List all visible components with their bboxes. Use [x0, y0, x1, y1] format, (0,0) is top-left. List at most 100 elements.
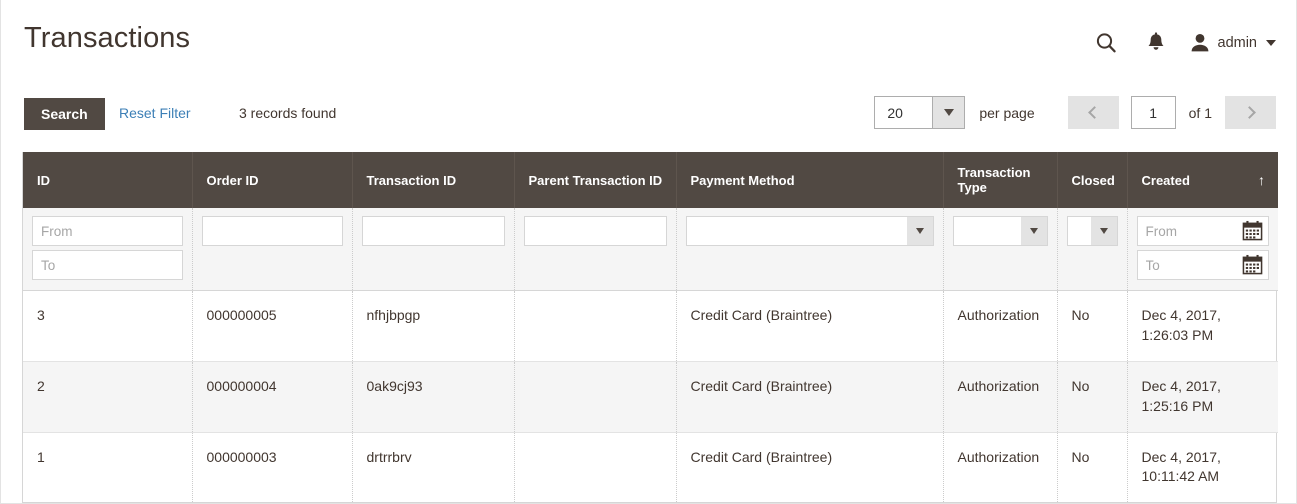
cell-payment-method: Credit Card (Braintree): [676, 361, 944, 433]
cell-order-id: 000000005: [192, 290, 353, 362]
dropdown-arrow: [1020, 217, 1047, 245]
grid-toolbar: Search Reset Filter 3 records found 20 p…: [1, 92, 1297, 136]
next-page-button[interactable]: [1225, 96, 1276, 129]
dropdown-arrow: [906, 217, 933, 245]
per-page-dropdown-arrow[interactable]: [932, 97, 965, 128]
filter-id-from[interactable]: [32, 216, 183, 246]
chevron-down-icon: [1029, 228, 1038, 234]
filter-created-from-wrap: [1136, 216, 1269, 246]
column-label: Order ID: [206, 172, 259, 188]
per-page-value: 20: [887, 104, 903, 121]
filter-order-id[interactable]: [201, 216, 343, 246]
transactions-grid: ID Order ID Transaction ID Parent Transa…: [22, 152, 1278, 504]
search-icon: [1096, 33, 1116, 53]
filter-created-to-wrap: [1136, 250, 1269, 280]
column-label: Payment Method: [690, 172, 795, 188]
bell-icon: [1148, 32, 1163, 50]
cell-parent-transaction-id: [514, 361, 677, 433]
column-header-order-id[interactable]: Order ID: [192, 152, 353, 208]
column-header-transaction-type[interactable]: Transaction Type: [943, 152, 1058, 208]
filter-cell-order-id: [192, 208, 353, 291]
records-found-label: 3 records found: [239, 105, 337, 121]
admin-label: admin: [1217, 35, 1258, 51]
column-header-id[interactable]: ID: [23, 152, 193, 208]
cell-closed: No: [1057, 432, 1128, 503]
table-row[interactable]: 1 000000003 drtrrbrv Credit Card (Braint…: [23, 432, 1278, 503]
transactions-page: Transactions admin Search Reset Filter 3…: [0, 0, 1297, 504]
per-page-label: per page: [979, 104, 1035, 121]
pagination-controls: 20 per page of 1: [874, 96, 1276, 129]
page-header: Transactions admin: [1, 0, 1297, 84]
column-label: Transaction ID: [366, 172, 457, 188]
cell-order-id: 000000004: [192, 361, 353, 433]
filter-cell-transaction-id: [352, 208, 515, 291]
cell-closed: No: [1057, 290, 1128, 362]
filter-cell-transaction-type: [943, 208, 1058, 291]
cell-parent-transaction-id: [514, 290, 677, 362]
chevron-down-icon: [915, 228, 924, 234]
reset-filter-link[interactable]: Reset Filter: [119, 105, 191, 121]
previous-page-button[interactable]: [1067, 96, 1119, 129]
per-page-select[interactable]: 20: [874, 96, 966, 129]
filter-cell-payment-method: [676, 208, 944, 291]
cell-parent-transaction-id: [514, 432, 677, 503]
cell-transaction-id: 0ak9cj93: [352, 361, 515, 433]
chevron-down-icon: [1266, 40, 1276, 46]
cell-transaction-id: nfhjbpgp: [352, 290, 515, 362]
filter-parent-transaction-id[interactable]: [523, 216, 667, 246]
filter-id-to[interactable]: [32, 250, 183, 280]
admin-menu[interactable]: admin: [1181, 32, 1276, 54]
cell-id: 2: [23, 361, 193, 433]
cell-id: 3: [23, 290, 193, 362]
filter-cell-id: [23, 208, 193, 291]
column-label: Parent Transaction ID: [528, 172, 663, 188]
table-row[interactable]: 2 000000004 0ak9cj93 Credit Card (Braint…: [23, 361, 1278, 433]
column-label: Closed: [1071, 172, 1115, 188]
column-header-created[interactable]: Created ↑: [1127, 152, 1278, 208]
search-icon-button[interactable]: [1081, 22, 1131, 64]
cell-created: Dec 4, 2017, 1:25:16 PM: [1127, 361, 1278, 433]
cell-transaction-id: drtrrbrv: [352, 432, 515, 503]
notifications-button[interactable]: [1131, 22, 1181, 64]
cell-id: 1: [23, 432, 193, 503]
table-row[interactable]: 3 000000005 nfhjbpgp Credit Card (Braint…: [23, 290, 1278, 362]
cell-transaction-type: Authorization: [943, 290, 1058, 362]
grid-data-body: 3 000000005 nfhjbpgp Credit Card (Braint…: [23, 290, 1278, 503]
cell-transaction-type: Authorization: [943, 432, 1058, 503]
grid-header: ID Order ID Transaction ID Parent Transa…: [23, 152, 1278, 208]
page-title: Transactions: [24, 22, 191, 54]
sort-ascending-icon: ↑: [1258, 172, 1265, 188]
header-actions: admin: [1081, 22, 1276, 64]
cell-closed: No: [1057, 361, 1128, 433]
filter-transaction-type-select[interactable]: [952, 216, 1048, 246]
column-header-parent-transaction-id[interactable]: Parent Transaction ID: [514, 152, 677, 208]
page-number-input[interactable]: [1130, 96, 1176, 129]
filter-cell-created: [1127, 208, 1278, 291]
column-label: Created: [1141, 172, 1190, 188]
column-header-transaction-id[interactable]: Transaction ID: [352, 152, 515, 208]
calendar-icon[interactable]: [1242, 220, 1263, 241]
chevron-left-icon: [1088, 106, 1102, 119]
filter-row: [23, 208, 1278, 291]
dropdown-arrow: [1090, 217, 1117, 245]
cell-payment-method: Credit Card (Braintree): [676, 290, 944, 362]
cell-order-id: 000000003: [192, 432, 353, 503]
chevron-right-icon: [1242, 106, 1256, 119]
cell-transaction-type: Authorization: [943, 361, 1058, 433]
grid-filter-body: [23, 208, 1278, 291]
search-button[interactable]: Search: [24, 98, 105, 130]
user-icon: [1191, 34, 1208, 52]
chevron-down-icon: [943, 109, 954, 116]
filter-payment-method-select[interactable]: [685, 216, 934, 246]
column-label: ID: [37, 172, 50, 188]
filter-cell-closed: [1057, 208, 1128, 291]
total-pages-label: of 1: [1188, 104, 1212, 121]
calendar-icon[interactable]: [1242, 254, 1263, 275]
column-header-payment-method[interactable]: Payment Method: [676, 152, 944, 208]
cell-created: Dec 4, 2017, 10:11:42 AM: [1141, 448, 1221, 485]
filter-transaction-id[interactable]: [361, 216, 505, 246]
filter-cell-parent-transaction-id: [514, 208, 677, 291]
column-header-closed[interactable]: Closed: [1057, 152, 1128, 208]
filter-closed-select[interactable]: [1066, 216, 1118, 246]
cell-payment-method: Credit Card (Braintree): [676, 432, 944, 503]
